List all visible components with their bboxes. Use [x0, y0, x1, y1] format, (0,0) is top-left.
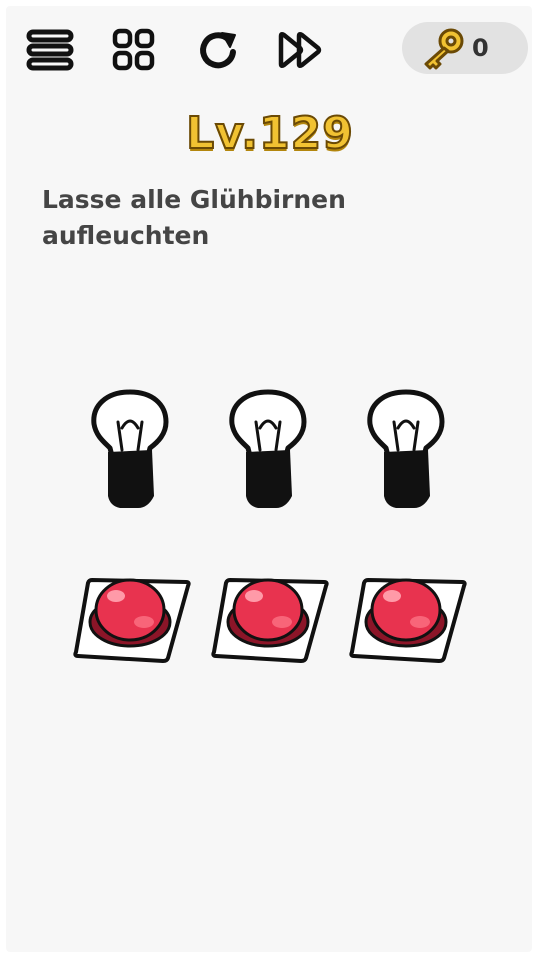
restart-icon: [200, 32, 236, 69]
level-title: Lv.129: [185, 107, 354, 160]
key-count: 0: [472, 34, 489, 62]
menu-button[interactable]: [24, 26, 76, 74]
red-button-icon: [349, 578, 467, 663]
grid-icon: [112, 28, 155, 71]
task-line-1: Lasse alle Glühbirnen: [42, 185, 346, 214]
restart-button[interactable]: [192, 26, 244, 74]
red-button-1[interactable]: [72, 572, 194, 664]
skip-button[interactable]: [274, 26, 326, 74]
light-bulb-1: [88, 388, 172, 516]
red-button-3[interactable]: [348, 572, 470, 664]
fast-forward-icon: [278, 31, 322, 69]
light-bulb-3: [364, 388, 448, 516]
light-bulb-2: [226, 388, 310, 516]
level-select-button[interactable]: [108, 26, 160, 74]
top-toolbar: 0: [0, 0, 540, 100]
red-button-icon: [73, 578, 191, 663]
menu-icon: [26, 29, 74, 71]
task-instruction: Lasse alle Glühbirnen aufleuchten: [42, 182, 502, 254]
key-counter[interactable]: 0: [402, 22, 528, 74]
light-bulb-icon: [229, 389, 307, 508]
light-bulb-icon: [367, 389, 445, 508]
red-button-icon: [211, 578, 329, 663]
red-button-2[interactable]: [210, 572, 332, 664]
light-bulb-icon: [91, 389, 169, 508]
key-icon: [424, 28, 464, 70]
task-line-2: aufleuchten: [42, 221, 210, 250]
